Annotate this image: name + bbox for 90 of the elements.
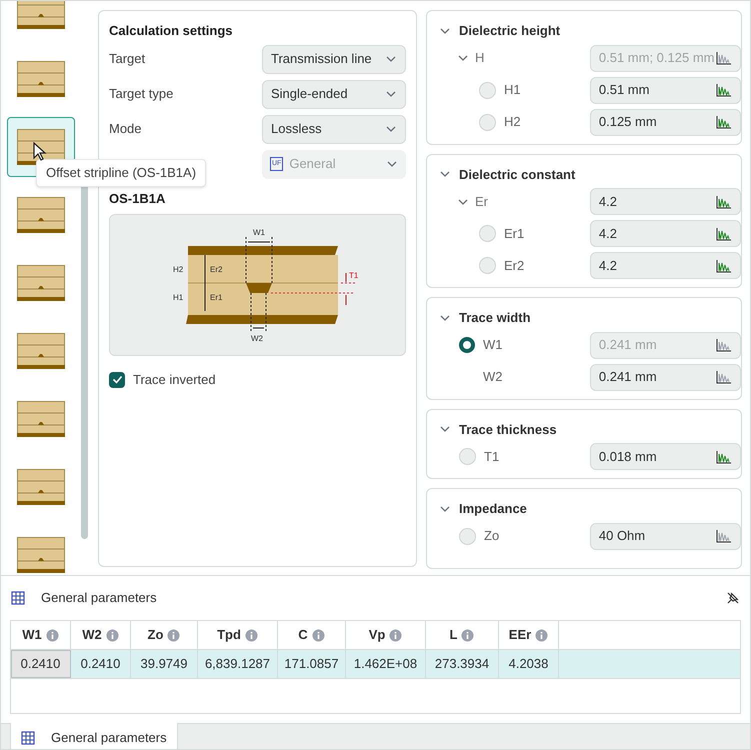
chart-icon[interactable]: [716, 258, 732, 272]
table-icon: [11, 591, 25, 605]
parameter-label: Er1: [504, 224, 524, 243]
column-name: Zo: [148, 626, 164, 644]
diagram-label: H2: [172, 265, 183, 274]
stackup-thumbnail-icon: [17, 537, 65, 573]
tooltip: Offset stripline (OS-1B1A): [36, 159, 206, 186]
column-name: W2: [82, 626, 102, 644]
stackup-thumbnail-icon: [17, 61, 65, 97]
column-header[interactable]: Zo: [131, 621, 198, 649]
panel-title: General parameters: [41, 589, 157, 608]
column-name: Vp: [368, 626, 386, 644]
mouse-pointer-icon: [33, 142, 47, 162]
column-header[interactable]: EEr: [499, 621, 559, 649]
column-header[interactable]: Vp: [346, 621, 426, 649]
field-label: Target: [109, 50, 146, 68]
diagram-title: OS-1B1A: [109, 190, 166, 208]
dropdown[interactable]: Transmission line: [262, 44, 406, 74]
value-field[interactable]: 0.51 mm: [590, 76, 741, 104]
table-cell[interactable]: 6,839.1287: [198, 650, 278, 678]
chart-icon[interactable]: [716, 529, 732, 543]
parameter-label: T1: [484, 448, 500, 466]
field-label: Mode: [109, 120, 143, 138]
chart-icon[interactable]: [716, 226, 732, 240]
chart-icon[interactable]: [716, 450, 732, 464]
diagram-label: W2: [250, 334, 262, 343]
column-name: C: [298, 626, 308, 644]
checkmark-icon: [112, 374, 122, 386]
column-name: L: [450, 626, 458, 644]
parameter-label: H2: [504, 113, 521, 132]
column-header[interactable]: W2: [71, 621, 131, 649]
table-cell[interactable]: 4.2038: [499, 650, 559, 678]
section-title: Trace width: [459, 309, 531, 327]
chart-icon[interactable]: [716, 115, 732, 129]
value-field[interactable]: 4.2: [590, 188, 741, 215]
value-field[interactable]: 4.2: [590, 252, 741, 279]
stackup-thumbnail-icon: [17, 197, 65, 233]
column-header[interactable]: C: [278, 621, 346, 649]
diagram-label: T1: [348, 271, 358, 280]
column-name: W1: [22, 626, 42, 644]
parameter-label: Er: [475, 192, 488, 211]
column-header[interactable]: W1: [11, 621, 71, 649]
field-label: Target type: [109, 85, 174, 104]
parameter-label: H: [475, 49, 484, 68]
table-cell[interactable]: 273.3934: [426, 650, 499, 678]
diagram-label: Er2: [210, 265, 222, 274]
section-title: Trace thickness: [459, 420, 557, 438]
panel-title: Calculation settings: [109, 22, 234, 40]
stackup-thumbnail-icon: [17, 265, 65, 301]
value-field[interactable]: 0.018 mm: [590, 443, 741, 470]
pin-icon[interactable]: [726, 591, 740, 605]
stackup-thumbnail-icon: [17, 333, 65, 369]
table-row[interactable]: 0.2410 0.2410 39.9749 6,839.1287 171.0857 1.462E+08 273.3934 4.2038: [11, 650, 740, 679]
radio-button[interactable]: [459, 337, 475, 353]
table-cell[interactable]: 171.0857: [278, 650, 346, 678]
table-cell[interactable]: 1.462E+08: [346, 650, 426, 678]
section-title: Dielectric constant: [459, 166, 576, 184]
diagram-label: Er1: [210, 293, 222, 302]
checkbox[interactable]: [109, 372, 125, 388]
value-field[interactable]: 40 Ohm: [590, 522, 741, 550]
dropdown[interactable]: Single-ended: [262, 80, 406, 108]
table-icon: [21, 731, 35, 745]
section-title: Dielectric height: [459, 22, 560, 40]
column-header[interactable]: Tpd: [198, 621, 278, 649]
table-cell[interactable]: 0.2410: [71, 650, 131, 678]
value-field[interactable]: 0.241 mm: [590, 364, 741, 390]
bottom-tab[interactable]: General parameters: [10, 723, 178, 749]
parameter-label: H1: [504, 81, 521, 100]
diagram-label: H1: [172, 293, 183, 302]
checkbox-label: Trace inverted: [133, 371, 216, 389]
diagram-label: W1: [252, 228, 264, 237]
table-cell[interactable]: 0.2410: [11, 650, 71, 678]
parameter-label: W1: [483, 336, 502, 354]
stackup-thumbnail-icon: [17, 1, 65, 29]
table-cell[interactable]: 39.9749: [131, 650, 198, 678]
chart-icon[interactable]: [716, 370, 732, 384]
stackup-thumbnail-icon: [17, 401, 65, 437]
parameter-label: Er2: [504, 256, 524, 275]
column-header[interactable]: L: [426, 621, 499, 649]
section-title: Impedance: [459, 500, 527, 518]
chart-icon[interactable]: [716, 83, 732, 97]
chart-icon[interactable]: [716, 194, 732, 208]
dropdown[interactable]: Lossless: [262, 114, 406, 144]
value-field[interactable]: 4.2: [590, 220, 741, 247]
parameter-label: W2: [483, 368, 502, 386]
value-field[interactable]: 0.125 mm: [590, 108, 741, 136]
column-name: EEr: [508, 626, 532, 644]
column-name: Tpd: [217, 626, 241, 644]
parameter-label: Zo: [484, 527, 500, 546]
stackup-thumbnail-icon: [17, 469, 65, 505]
